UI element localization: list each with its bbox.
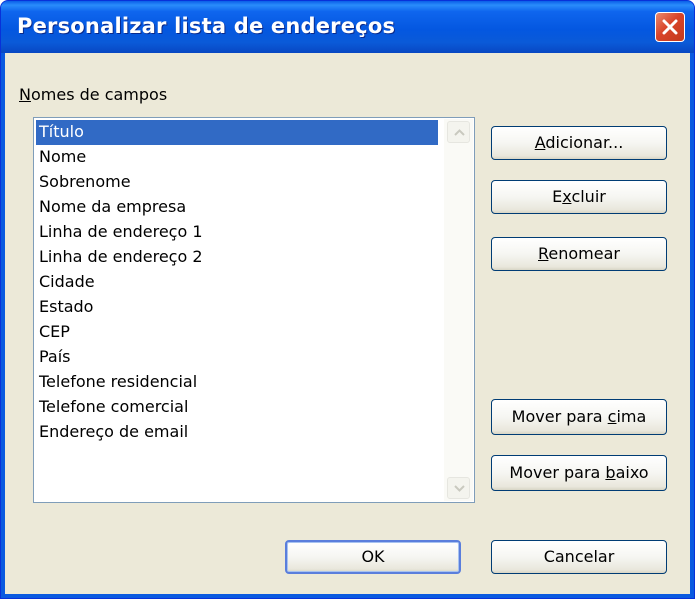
field-list-item[interactable]: Nome bbox=[36, 145, 438, 170]
field-list-item[interactable]: Sobrenome bbox=[36, 170, 438, 195]
delete-button[interactable]: Excluir bbox=[491, 180, 667, 214]
chevron-up-icon bbox=[454, 129, 465, 136]
scroll-up-button[interactable] bbox=[447, 121, 470, 143]
field-names-label: Nomes de campos bbox=[19, 85, 168, 104]
add-button[interactable]: Adicionar... bbox=[491, 126, 667, 160]
chevron-down-icon bbox=[454, 485, 465, 492]
field-list-item[interactable]: Linha de endereço 1 bbox=[36, 220, 438, 245]
dialog-client-area: Nomes de campos Título Nome Sobrenome Nome … bbox=[5, 53, 690, 594]
field-names-list[interactable]: Título Nome Sobrenome Nome da empresa Linha … bbox=[33, 117, 475, 503]
field-list-item[interactable]: País bbox=[36, 345, 438, 370]
scroll-down-button[interactable] bbox=[447, 477, 470, 499]
title-bar[interactable]: Personalizar lista de endereços bbox=[1, 1, 694, 53]
close-button[interactable] bbox=[655, 12, 685, 42]
field-list-item[interactable]: Endereço de email bbox=[36, 420, 438, 445]
ok-button[interactable]: OK bbox=[285, 540, 461, 574]
move-down-button[interactable]: Mover para baixo bbox=[491, 455, 667, 491]
field-list-item[interactable]: Título bbox=[36, 120, 438, 145]
field-list-item[interactable]: Telefone residencial bbox=[36, 370, 438, 395]
field-list-item[interactable]: Cidade bbox=[36, 270, 438, 295]
dialog-window: Personalizar lista de endereços Nomes de… bbox=[0, 0, 695, 599]
close-icon bbox=[662, 19, 678, 35]
cancel-button[interactable]: Cancelar bbox=[491, 540, 667, 574]
field-list-item[interactable]: Linha de endereço 2 bbox=[36, 245, 438, 270]
field-list-item[interactable]: Telefone comercial bbox=[36, 395, 438, 420]
field-list-items: Título Nome Sobrenome Nome da empresa Linha … bbox=[36, 120, 438, 445]
move-up-button[interactable]: Mover para cima bbox=[491, 399, 667, 435]
rename-button[interactable]: Renomear bbox=[491, 237, 667, 271]
window-title: Personalizar lista de endereços bbox=[17, 14, 396, 38]
field-list-item[interactable]: Estado bbox=[36, 295, 438, 320]
field-list-item[interactable]: Nome da empresa bbox=[36, 195, 438, 220]
field-list-item[interactable]: CEP bbox=[36, 320, 438, 345]
vertical-scrollbar[interactable] bbox=[444, 119, 473, 501]
